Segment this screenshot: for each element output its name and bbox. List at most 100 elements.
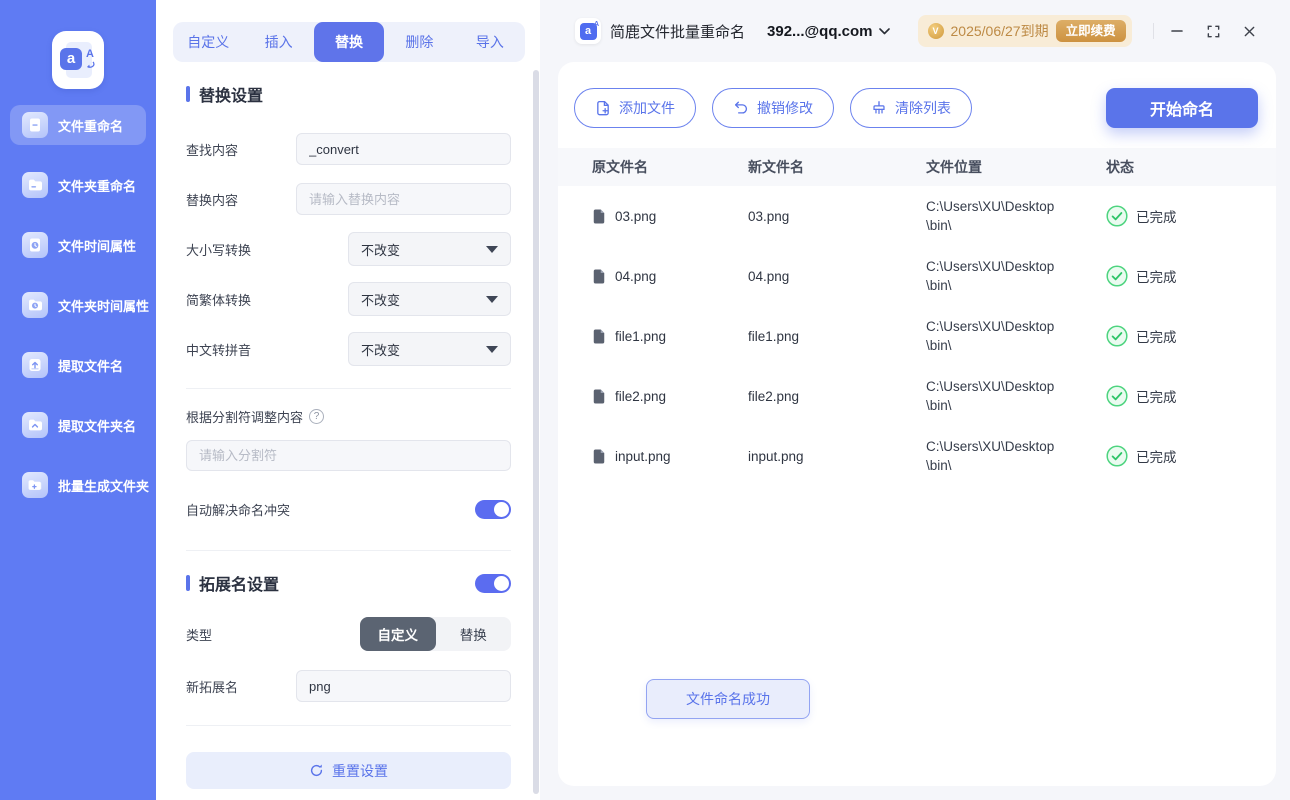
- tab-replace[interactable]: 替换: [313, 22, 385, 62]
- divider: [186, 550, 511, 551]
- refresh-icon: [310, 764, 323, 777]
- table-header: 原文件名 新文件名 文件位置 状态: [558, 148, 1276, 186]
- splitter-label: 根据分割符调整内容 ?: [186, 407, 325, 426]
- check-circle-icon: [1106, 205, 1128, 227]
- account-dropdown[interactable]: 392...@qq.com: [767, 23, 890, 40]
- traditional-convert-row: 简繁体转换 不改变: [186, 282, 511, 316]
- settings-panel: 自定义 插入 替换 删除 导入 替换设置 查找内容 替换内容 大小写转换 不改变…: [156, 0, 540, 800]
- chevron-down-icon: [486, 345, 498, 353]
- tab-custom[interactable]: 自定义: [173, 22, 243, 62]
- section-title: 替换设置: [199, 88, 264, 105]
- vip-medal-icon: V: [927, 23, 944, 39]
- pinyin-convert-label: 中文转拼音: [186, 342, 252, 358]
- table-row[interactable]: file1.png file1.png C:\Users\XU\Desktop \…: [558, 306, 1276, 366]
- app-mini-logo-icon: a A: [575, 18, 601, 44]
- sidebar: a A 文件重命名 文件夹重命名 文件时间属性 文件夹时间属性 提取文件名 提取…: [0, 0, 156, 800]
- app-window: a A 文件重命名 文件夹重命名 文件时间属性 文件夹时间属性 提取文件名 提取…: [0, 0, 1290, 800]
- new-filename: file2.png: [748, 388, 800, 404]
- check-circle-icon: [1106, 265, 1128, 287]
- sidebar-item-folder-rename[interactable]: 文件夹重命名: [10, 165, 146, 205]
- license-badge: V 2025/06/27到期 立即续费: [917, 15, 1132, 47]
- add-files-label: 添加文件: [619, 100, 675, 116]
- add-file-icon: [597, 100, 609, 115]
- status-text: 已完成: [1136, 390, 1177, 405]
- tab-delete[interactable]: 删除: [384, 22, 454, 62]
- splitter-label-row: 根据分割符调整内容 ?: [186, 407, 511, 426]
- batch-create-folder-icon: [22, 472, 48, 498]
- reset-settings-button[interactable]: 重置设置: [186, 752, 511, 789]
- table-row[interactable]: 03.png 03.png C:\Users\XU\Desktop \bin\ 已…: [558, 186, 1276, 246]
- folder-rename-icon: [22, 172, 48, 198]
- add-files-button[interactable]: 添加文件: [574, 88, 696, 128]
- extension-toggle[interactable]: [475, 573, 511, 593]
- col-new-name: 新文件名: [748, 159, 804, 175]
- license-expiry: 2025/06/27到期: [950, 23, 1049, 39]
- splitter-input[interactable]: [186, 439, 511, 471]
- original-filename: 03.png: [615, 208, 657, 224]
- case-convert-row: 大小写转换 不改变: [186, 232, 511, 266]
- conflict-toggle[interactable]: [475, 499, 511, 519]
- new-filename: 03.png: [748, 208, 790, 224]
- splitter-input-row: [186, 438, 511, 472]
- tab-insert[interactable]: 插入: [243, 22, 313, 62]
- sidebar-item-file-rename[interactable]: 文件重命名: [10, 105, 146, 145]
- sidebar-item-batch-create-folder[interactable]: 批量生成文件夹: [10, 465, 149, 505]
- extract-filename-icon: [22, 352, 48, 378]
- logo-swap-arrow-icon: [87, 61, 95, 68]
- new-filename: 04.png: [748, 268, 790, 284]
- undo-button[interactable]: 撤销修改: [712, 88, 834, 128]
- renew-button[interactable]: 立即续费: [1055, 20, 1126, 42]
- ext-type-row: 类型 自定义 替换: [186, 617, 511, 651]
- clear-list-button[interactable]: 清除列表: [850, 88, 972, 128]
- folder-time-icon: [22, 292, 48, 318]
- start-rename-button[interactable]: 开始命名: [1106, 88, 1258, 128]
- logo-letter-secondary: A: [86, 48, 94, 60]
- table-row[interactable]: file2.png file2.png C:\Users\XU\Desktop \…: [558, 366, 1276, 426]
- file-list-card: 添加文件 撤销修改 清除列表 开始命名 原文件名 新文件名 文件位置 状态 03…: [558, 62, 1276, 786]
- help-icon[interactable]: ?: [309, 409, 325, 424]
- minimize-button[interactable]: [1164, 18, 1190, 44]
- ext-type-option-replace[interactable]: 替换: [436, 617, 512, 651]
- table-row[interactable]: input.png input.png C:\Users\XU\Desktop \…: [558, 426, 1276, 486]
- file-icon: [593, 269, 605, 283]
- toggle-knob: [494, 575, 509, 591]
- original-filename: 04.png: [615, 268, 657, 284]
- section-accent-bar: [186, 575, 190, 591]
- reset-settings-label: 重置设置: [332, 762, 388, 779]
- undo-label: 撤销修改: [757, 100, 813, 116]
- replace-content-row: 替换内容: [186, 182, 511, 216]
- traditional-convert-select[interactable]: 不改变: [348, 282, 511, 316]
- tab-import[interactable]: 导入: [455, 22, 525, 62]
- original-filename: file2.png: [615, 388, 667, 404]
- file-time-icon: [22, 232, 48, 258]
- sidebar-item-folder-time[interactable]: 文件夹时间属性: [10, 285, 149, 325]
- new-filename: input.png: [748, 448, 804, 464]
- find-content-input[interactable]: [296, 133, 511, 165]
- scrollbar[interactable]: [533, 70, 539, 794]
- chevron-down-icon: [486, 245, 498, 253]
- pinyin-convert-select[interactable]: 不改变: [348, 332, 511, 366]
- new-ext-input[interactable]: [296, 670, 511, 702]
- status-text: 已完成: [1136, 450, 1177, 465]
- conflict-label: 自动解决命名冲突: [186, 502, 291, 518]
- table-row[interactable]: 04.png 04.png C:\Users\XU\Desktop \bin\ 已…: [558, 246, 1276, 306]
- sidebar-nav: 文件重命名 文件夹重命名 文件时间属性 文件夹时间属性 提取文件名 提取文件夹名…: [0, 105, 156, 505]
- chevron-down-icon: [486, 295, 498, 303]
- status-badge: 已完成: [1106, 265, 1276, 287]
- original-filename: input.png: [615, 448, 671, 464]
- fullscreen-button[interactable]: [1200, 18, 1226, 44]
- sidebar-item-extract-foldername[interactable]: 提取文件夹名: [10, 405, 146, 445]
- sidebar-item-extract-filename[interactable]: 提取文件名: [10, 345, 146, 385]
- close-button[interactable]: [1236, 18, 1262, 44]
- replace-content-input[interactable]: [296, 183, 511, 215]
- conflict-row: 自动解决命名冲突: [186, 492, 511, 526]
- divider: [186, 388, 511, 389]
- ext-type-option-custom[interactable]: 自定义: [360, 617, 436, 651]
- col-location: 文件位置: [926, 159, 982, 175]
- check-circle-icon: [1106, 445, 1128, 467]
- sidebar-item-file-time[interactable]: 文件时间属性: [10, 225, 146, 265]
- file-location: C:\Users\XU\Desktop \bin\: [926, 379, 1055, 413]
- file-location: C:\Users\XU\Desktop \bin\: [926, 439, 1055, 473]
- file-location: C:\Users\XU\Desktop \bin\: [926, 319, 1055, 353]
- case-convert-select[interactable]: 不改变: [348, 232, 511, 266]
